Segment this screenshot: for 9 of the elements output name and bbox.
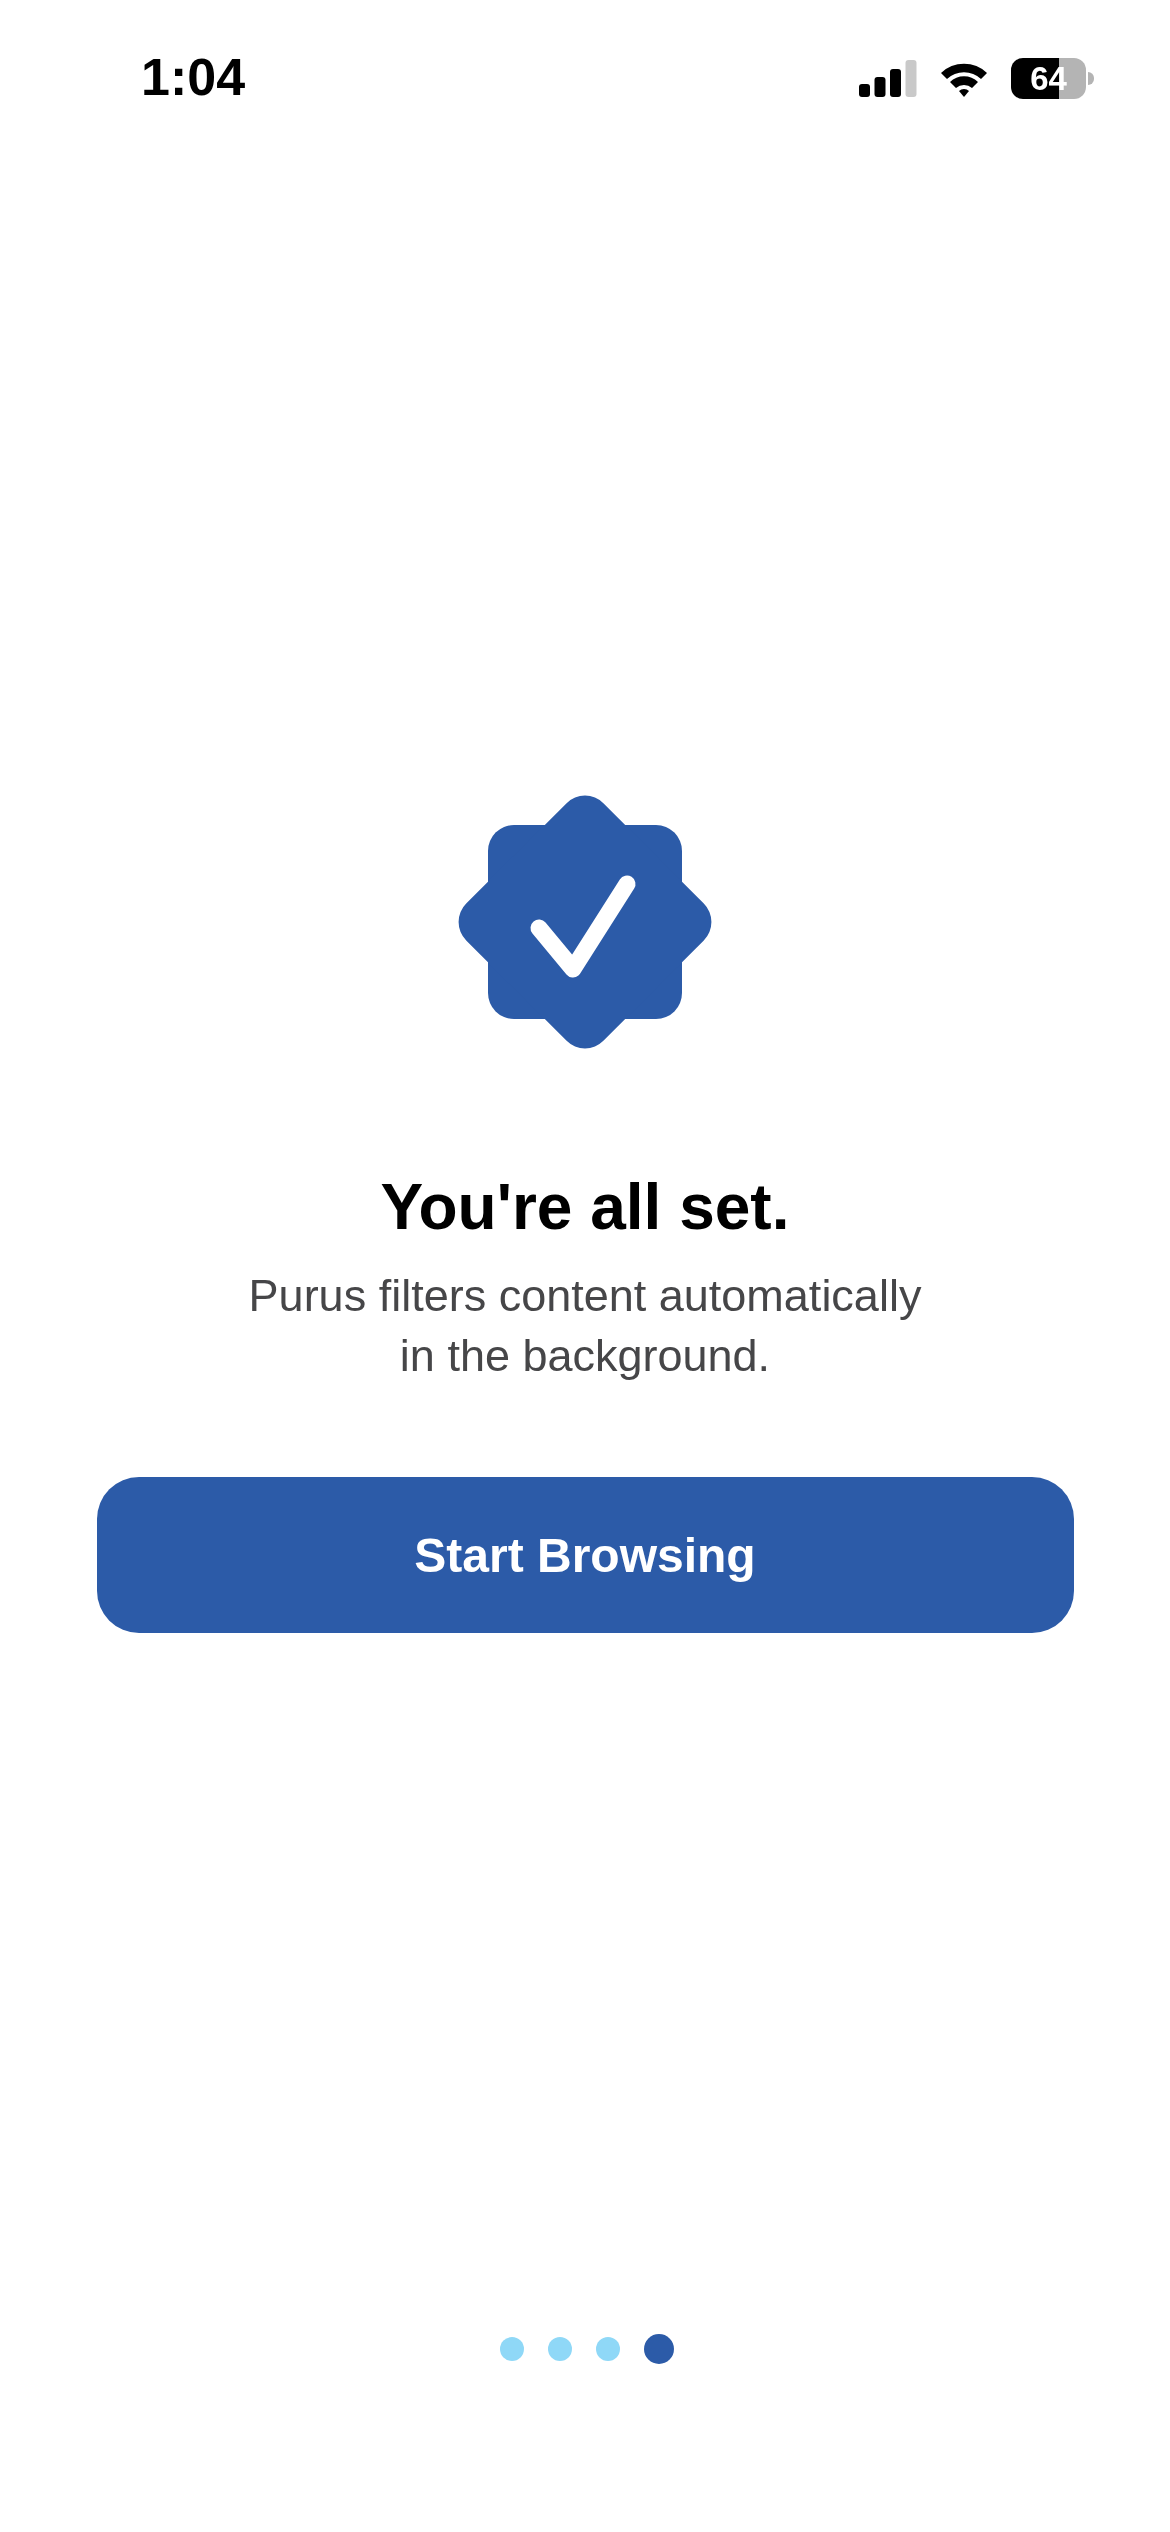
page-dot[interactable]: [499, 2337, 524, 2361]
page-dot[interactable]: [643, 2334, 674, 2364]
title: You're all set.: [380, 1170, 790, 1245]
subtitle: Purus filters content automatically in the background.: [247, 1269, 923, 1383]
status-time: 1:04: [141, 49, 246, 107]
page-dot[interactable]: [595, 2337, 620, 2361]
cellular-signal-icon: [859, 59, 917, 97]
start-browsing-button[interactable]: Start Browsing: [96, 1477, 1074, 1633]
page-dot[interactable]: [547, 2337, 572, 2361]
